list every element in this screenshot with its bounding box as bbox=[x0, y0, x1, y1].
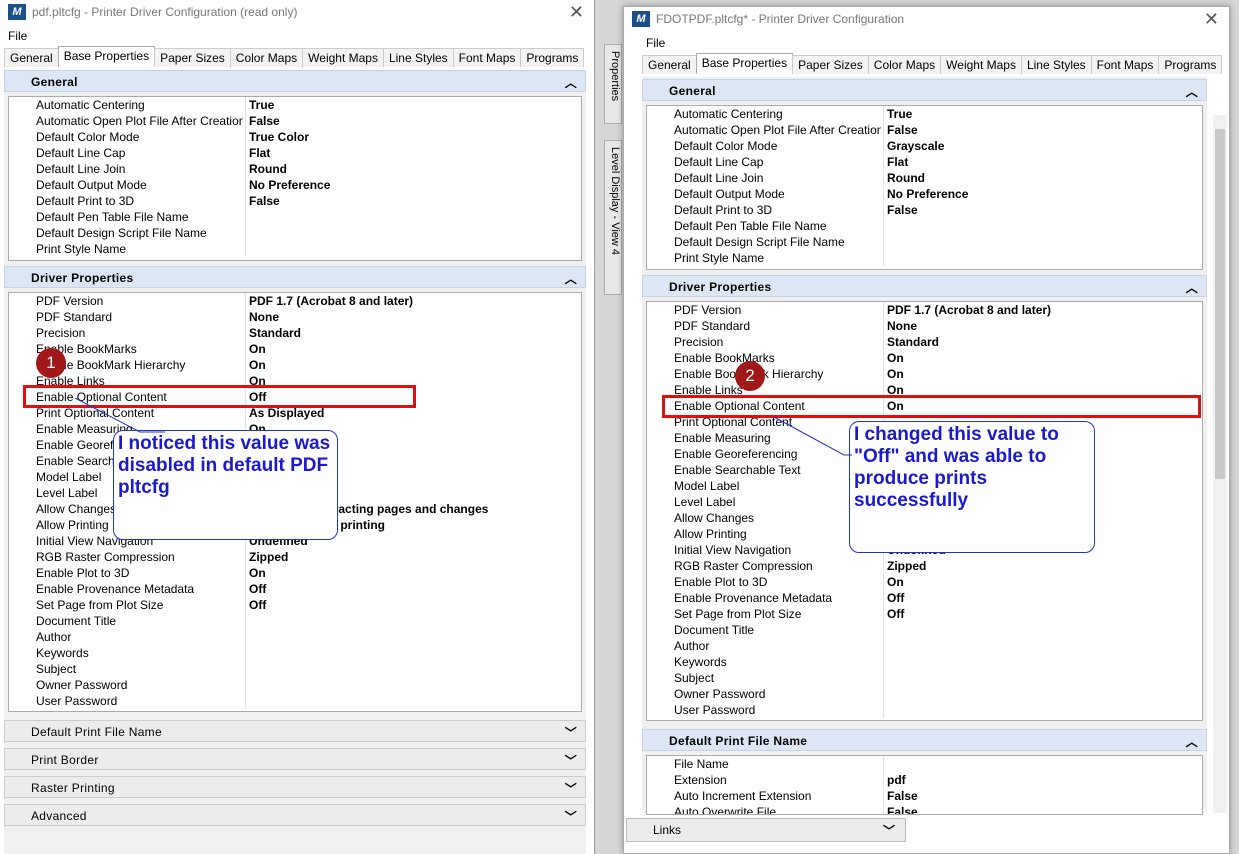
properties-label: Properties bbox=[609, 51, 621, 102]
callout-pointer bbox=[74, 397, 165, 433]
left-window: M pdf.pltcfg - Printer Driver Configurat… bbox=[0, 0, 595, 854]
level-display-label: Level Display - View 4 bbox=[609, 147, 621, 256]
callout-pointer bbox=[773, 416, 852, 456]
level-display-side-tab[interactable]: Level Display - View 4 bbox=[604, 140, 622, 295]
properties-side-tab[interactable]: Properties bbox=[604, 44, 622, 124]
links-panel[interactable]: Links ﹀ bbox=[626, 818, 906, 842]
chevron-down-icon: ﹀ bbox=[882, 824, 895, 838]
right-window: M FDOTPDF.pltcfg* - Printer Driver Confi… bbox=[623, 6, 1230, 854]
links-label: Links bbox=[653, 823, 682, 837]
